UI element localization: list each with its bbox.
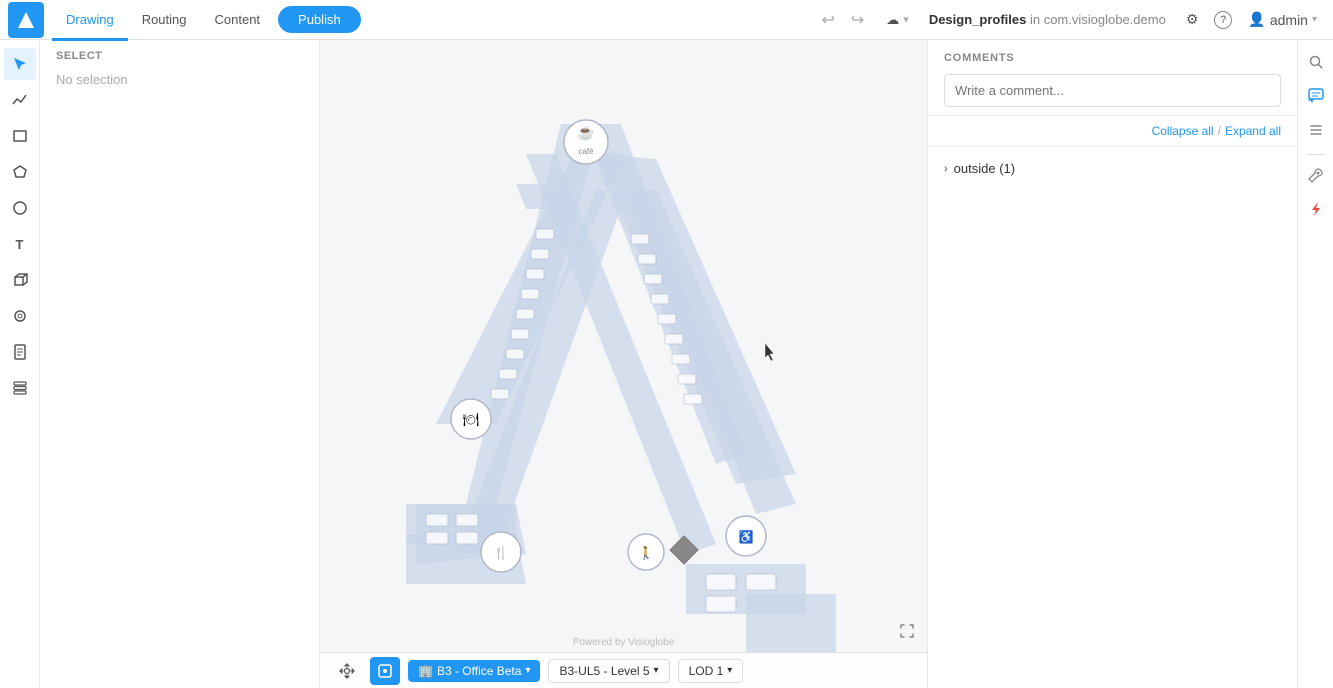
text-tool-button[interactable]: T [4, 228, 36, 260]
svg-text:☕: ☕ [577, 123, 594, 141]
settings-button[interactable]: ⚙ [1178, 7, 1207, 32]
svg-text:café: café [578, 147, 594, 156]
analytics-tool-button[interactable] [4, 84, 36, 116]
document-tool-button[interactable] [4, 336, 36, 368]
comment-input[interactable] [944, 74, 1281, 107]
level-dropdown-arrow: ▾ [654, 665, 659, 676]
comment-group-label: outside (1) [954, 161, 1015, 176]
floor-label: B3 - Office Beta [437, 664, 522, 678]
comments-header: COMMENTS [928, 40, 1297, 116]
tab-content[interactable]: Content [201, 1, 275, 41]
powered-by-label: Powered by Visioglobe [573, 637, 675, 648]
logo-button[interactable] [8, 2, 44, 38]
layers-tool-button[interactable] [4, 372, 36, 404]
user-dropdown-icon: ▾ [1312, 14, 1317, 25]
redo-button[interactable]: ↪ [845, 6, 870, 34]
right-panel: COMMENTS Collapse all / Expand all › out… [927, 40, 1297, 688]
lod-select-button[interactable]: LOD 1 ▾ [678, 659, 744, 683]
tab-drawing[interactable]: Drawing [52, 1, 128, 41]
undo-button[interactable]: ↩ [815, 6, 840, 34]
comment-group-outside[interactable]: › outside (1) [944, 155, 1281, 182]
cloud-sync-button[interactable]: ☁ ▾ [878, 8, 917, 32]
svg-text:♿: ♿ [738, 530, 753, 544]
user-icon: 👤 [1248, 11, 1265, 28]
user-menu-button[interactable]: 👤 admin ▾ [1240, 7, 1325, 32]
svg-text:🍽: 🍽 [462, 412, 479, 427]
comments-list: › outside (1) [928, 147, 1297, 688]
expand-all-link[interactable]: Expand all [1225, 124, 1281, 138]
user-name-label: admin [1270, 12, 1308, 28]
icon-divider-1 [1306, 154, 1326, 155]
top-navigation: Drawing Routing Content Publish ↩ ↪ ☁ ▾ … [0, 0, 1333, 40]
lod-dropdown-arrow: ▾ [727, 665, 732, 676]
rectangle-tool-button[interactable] [4, 120, 36, 152]
collapse-expand-row: Collapse all / Expand all [928, 116, 1297, 147]
canvas-area[interactable]: .fp-fill { fill: #c8d4e8; opacity: 0.7; … [320, 40, 927, 688]
bottom-bar: 🏢 B3 - Office Beta ▾ B3-UL5 - Level 5 ▾ … [320, 652, 927, 688]
no-selection-label: No selection [40, 68, 319, 91]
list-panel-button[interactable] [1302, 116, 1330, 144]
comments-title: COMMENTS [944, 52, 1281, 64]
level-select-button[interactable]: B3-UL5 - Level 5 ▾ [548, 659, 669, 683]
lod-label: LOD 1 [689, 664, 724, 678]
cloud-icon: ☁ [886, 12, 899, 28]
level-label: B3-UL5 - Level 5 [559, 664, 649, 678]
select-tool-button[interactable] [4, 48, 36, 80]
floor-plan: .fp-fill { fill: #c8d4e8; opacity: 0.7; … [320, 74, 876, 654]
search-panel-button[interactable] [1302, 48, 1330, 76]
right-icon-bar [1297, 40, 1333, 688]
publish-button[interactable]: Publish [278, 6, 361, 33]
fullscreen-button[interactable] [895, 619, 919, 648]
separator: / [1218, 124, 1221, 138]
help-button[interactable]: ? [1206, 6, 1240, 33]
circle-tool-button[interactable] [4, 192, 36, 224]
select-mode-button[interactable] [370, 657, 400, 685]
svg-text:🚶: 🚶 [638, 546, 653, 560]
cloud-dropdown-icon: ▾ [903, 13, 909, 26]
tab-routing[interactable]: Routing [128, 1, 201, 41]
comment-group-chevron: › [944, 163, 948, 175]
3d-tool-button[interactable] [4, 264, 36, 296]
main-layout: T SELECT No selection .fp-fill { fill: #… [0, 40, 1333, 688]
comments-panel-button[interactable] [1302, 82, 1330, 110]
polygon-tool-button[interactable] [4, 156, 36, 188]
floor-building-icon: 🏢 [418, 664, 433, 678]
pan-tool-button[interactable] [332, 657, 362, 685]
help-icon: ? [1214, 11, 1232, 29]
terrain-tool-button[interactable] [4, 300, 36, 332]
settings-icon: ⚙ [1186, 11, 1199, 27]
tools-panel-button[interactable] [1302, 161, 1330, 189]
collapse-all-link[interactable]: Collapse all [1152, 124, 1214, 138]
select-section-title: SELECT [40, 40, 319, 68]
floor-select-button[interactable]: 🏢 B3 - Office Beta ▾ [408, 660, 540, 682]
lightning-panel-button[interactable] [1302, 195, 1330, 223]
document-title: Design_profiles in com.visioglobe.demo [929, 12, 1166, 27]
history-controls: ↩ ↪ [815, 6, 870, 34]
floor-dropdown-arrow: ▾ [525, 665, 530, 676]
left-toolbar: T [0, 40, 40, 688]
left-panel: SELECT No selection [40, 40, 320, 688]
svg-text:🍴: 🍴 [493, 546, 508, 560]
